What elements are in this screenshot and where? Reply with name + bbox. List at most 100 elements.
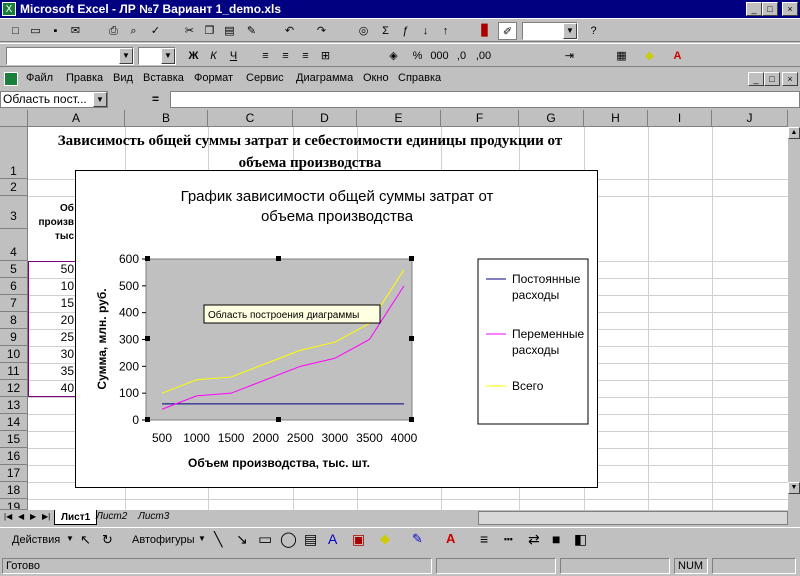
column-header-d[interactable]: D	[293, 110, 357, 127]
borders-icon[interactable]: ▦	[612, 47, 631, 65]
row-header-14[interactable]: 14	[0, 414, 28, 431]
format-painter-icon[interactable]: ✎	[242, 22, 261, 40]
chart-object[interactable]: График зависимости общей суммы затрат от…	[75, 170, 598, 488]
cell-a12[interactable]: 40	[30, 381, 74, 395]
indent-icon[interactable]: ⇥	[560, 47, 579, 65]
menu-tools[interactable]: Сервис	[246, 72, 284, 84]
maximize-button[interactable]: □	[762, 2, 778, 16]
selection-handle[interactable]	[276, 256, 281, 261]
autosum-icon[interactable]: Σ	[376, 22, 395, 40]
row-header-18[interactable]: 18	[0, 482, 28, 499]
actions-menu[interactable]: Действия	[12, 534, 60, 546]
help-icon[interactable]: ?	[584, 22, 603, 40]
oval-icon[interactable]: ◯	[280, 530, 297, 548]
select-pointer-icon[interactable]: ↖	[80, 532, 91, 548]
open-icon[interactable]: ▭	[26, 22, 45, 40]
line-style-icon[interactable]: ≡	[480, 531, 488, 547]
email-icon[interactable]: ✉	[66, 22, 85, 40]
rotate-icon[interactable]: ↻	[102, 532, 113, 548]
paste-icon[interactable]: ▤	[220, 22, 239, 40]
vertical-scrollbar[interactable]: ▲ ▼	[788, 110, 800, 510]
doc-minimize-button[interactable]: _	[748, 72, 764, 86]
autoshapes-menu[interactable]: Автофигуры	[132, 534, 195, 546]
column-header-j[interactable]: J	[712, 110, 788, 127]
selection-handle[interactable]	[276, 417, 281, 422]
preview-icon[interactable]: ⌕	[124, 22, 143, 40]
chart-wizard-icon[interactable]: ▊	[476, 22, 495, 40]
increase-decimal-icon[interactable]: ,0	[452, 47, 471, 65]
rectangle-icon[interactable]: ▭	[258, 530, 272, 548]
row-header-16[interactable]: 16	[0, 448, 28, 465]
formula-input[interactable]	[170, 91, 800, 108]
menu-format[interactable]: Формат	[194, 72, 233, 84]
selection-handle[interactable]	[145, 256, 150, 261]
chevron-down-icon[interactable]: ▼	[93, 92, 107, 107]
dash-style-icon[interactable]: ┅	[504, 531, 512, 548]
row-header-2[interactable]: 2	[0, 179, 28, 196]
cell-a11[interactable]: 35	[30, 364, 74, 378]
underline-icon[interactable]: Ч	[224, 47, 243, 65]
chevron-down-icon[interactable]: ▼	[161, 48, 175, 64]
sort-desc-icon[interactable]: ↑	[436, 22, 455, 40]
cut-icon[interactable]: ✂	[180, 22, 199, 40]
spelling-icon[interactable]: ✓	[146, 22, 165, 40]
column-header-e[interactable]: E	[357, 110, 441, 127]
select-all-corner[interactable]	[0, 110, 28, 127]
tab-sheet-3[interactable]: Лист3	[138, 511, 169, 522]
menu-window[interactable]: Окно	[363, 72, 389, 84]
row-header-6[interactable]: 6	[0, 278, 28, 295]
font-combo[interactable]: ▼	[6, 47, 134, 65]
menu-help[interactable]: Справка	[398, 72, 441, 84]
wordart-icon[interactable]: A	[328, 531, 337, 547]
row-header-10[interactable]: 10	[0, 346, 28, 363]
textbox-icon[interactable]: ▤	[304, 531, 317, 548]
minimize-button[interactable]: _	[746, 2, 762, 16]
size-combo[interactable]: ▼	[138, 47, 176, 65]
cell-a7[interactable]: 15	[30, 296, 74, 310]
row-header-12[interactable]: 12	[0, 380, 28, 397]
selection-handle[interactable]	[409, 256, 414, 261]
selection-handle[interactable]	[145, 417, 150, 422]
hyperlink-icon[interactable]: ◎	[354, 22, 373, 40]
italic-icon[interactable]: К	[204, 47, 223, 65]
cell-a5[interactable]: 50	[30, 262, 74, 276]
column-header-f[interactable]: F	[441, 110, 519, 127]
column-header-i[interactable]: I	[648, 110, 712, 127]
line-color-icon[interactable]: ✎	[412, 531, 423, 547]
bold-icon[interactable]: Ж	[184, 47, 203, 65]
fill-color-icon[interactable]: ◆	[640, 47, 659, 65]
align-left-icon[interactable]: ≡	[256, 47, 275, 65]
3d-icon[interactable]: ◧	[574, 531, 587, 548]
doc-restore-button[interactable]: □	[764, 72, 780, 86]
chevron-down-icon[interactable]: ▼	[563, 23, 577, 39]
chevron-down-icon[interactable]: ▼	[66, 534, 74, 543]
workbook-icon[interactable]	[4, 72, 18, 86]
row-header-8[interactable]: 8	[0, 312, 28, 329]
row-header-9[interactable]: 9	[0, 329, 28, 346]
cell-a6[interactable]: 10	[30, 279, 74, 293]
align-right-icon[interactable]: ≡	[296, 47, 315, 65]
excel-app-icon[interactable]: X	[2, 2, 16, 16]
row-header-13[interactable]: 13	[0, 397, 28, 414]
undo-icon[interactable]: ↶	[280, 22, 299, 40]
arrow-icon[interactable]: ↘	[236, 531, 248, 548]
selection-handle[interactable]	[409, 417, 414, 422]
row-header-15[interactable]: 15	[0, 431, 28, 448]
column-header-c[interactable]: C	[208, 110, 293, 127]
tab-prev-icon[interactable]: ◀	[18, 512, 24, 521]
line-icon[interactable]: ╲	[214, 531, 222, 548]
new-icon[interactable]: □	[6, 22, 25, 40]
name-box[interactable]: Область пост... ▼	[0, 91, 108, 108]
print-icon[interactable]: ⎙	[104, 22, 123, 40]
row-header-7[interactable]: 7	[0, 295, 28, 312]
selection-handle[interactable]	[409, 336, 414, 341]
tab-next-icon[interactable]: ▶	[30, 512, 36, 521]
scroll-up-icon[interactable]: ▲	[788, 127, 800, 139]
column-header-g[interactable]: G	[519, 110, 584, 127]
column-header-h[interactable]: H	[584, 110, 648, 127]
save-icon[interactable]: ▪	[46, 22, 65, 40]
menu-view[interactable]: Вид	[113, 72, 133, 84]
tab-last-icon[interactable]: ▶|	[42, 512, 50, 521]
arrow-style-icon[interactable]: ⇄	[528, 531, 540, 548]
column-header-a[interactable]: A	[28, 110, 125, 127]
